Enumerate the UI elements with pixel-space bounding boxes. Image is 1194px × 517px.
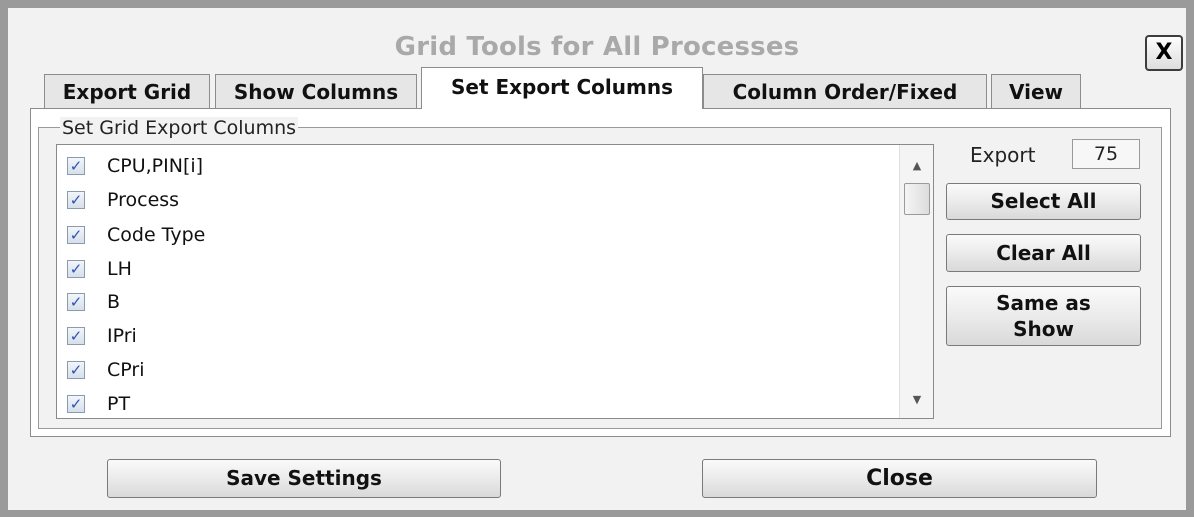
check-icon[interactable]: ✓ bbox=[67, 361, 85, 379]
check-icon[interactable]: ✓ bbox=[67, 327, 85, 345]
list-item-label: CPU,PIN[i] bbox=[107, 155, 204, 177]
close-button[interactable]: Close bbox=[702, 459, 1097, 498]
dialog-title: Grid Tools for All Processes bbox=[394, 32, 800, 62]
list-item[interactable]: ✓ CPri bbox=[67, 356, 887, 386]
list-item-label: PT bbox=[107, 393, 131, 415]
check-icon[interactable]: ✓ bbox=[67, 260, 85, 278]
list-item-label: B bbox=[107, 291, 121, 313]
export-count-value: 75 bbox=[1072, 139, 1140, 169]
tab-column-order-fixed[interactable]: Column Order/Fixed bbox=[703, 74, 987, 108]
same-as-show-label-line2: Show bbox=[1013, 317, 1074, 341]
tab-show-columns[interactable]: Show Columns bbox=[215, 74, 417, 108]
scroll-thumb[interactable] bbox=[904, 183, 930, 215]
scroll-up-arrow-icon[interactable]: ▲ bbox=[900, 153, 933, 179]
save-settings-button[interactable]: Save Settings bbox=[107, 459, 501, 498]
list-item-label: Process bbox=[107, 189, 180, 211]
check-icon[interactable]: ✓ bbox=[67, 395, 85, 413]
export-count-label: Export bbox=[970, 143, 1036, 167]
list-item[interactable]: ✓ CPU,PIN[i] bbox=[67, 152, 887, 182]
list-item[interactable]: ✓ Process bbox=[67, 186, 887, 216]
tab-set-export-columns[interactable]: Set Export Columns bbox=[421, 67, 703, 109]
check-icon[interactable]: ✓ bbox=[67, 157, 85, 175]
list-item-label: CPri bbox=[107, 359, 145, 381]
list-item[interactable]: ✓ PT bbox=[67, 390, 887, 418]
list-item-label: IPri bbox=[107, 325, 137, 347]
list-item[interactable]: ✓ Code Type bbox=[67, 221, 887, 251]
list-item[interactable]: ✓ LH bbox=[67, 255, 887, 285]
check-icon[interactable]: ✓ bbox=[67, 226, 85, 244]
scroll-down-arrow-icon[interactable]: ▼ bbox=[900, 387, 933, 413]
group-label: Set Grid Export Columns bbox=[60, 117, 299, 139]
clear-all-button[interactable]: Clear All bbox=[946, 234, 1141, 272]
check-icon[interactable]: ✓ bbox=[67, 293, 85, 311]
same-as-show-button[interactable]: Same as Show bbox=[946, 286, 1141, 346]
vertical-scrollbar[interactable]: ▲ ▼ bbox=[899, 145, 933, 418]
select-all-button[interactable]: Select All bbox=[946, 183, 1141, 220]
export-columns-list[interactable]: ✓ CPU,PIN[i] ✓ Process ✓ Code Type ✓ LH … bbox=[56, 144, 934, 419]
same-as-show-label-line1: Same as bbox=[996, 291, 1091, 315]
list-item[interactable]: ✓ IPri bbox=[67, 322, 887, 352]
check-icon[interactable]: ✓ bbox=[67, 191, 85, 209]
tab-export-grid[interactable]: Export Grid bbox=[44, 74, 210, 108]
close-window-button[interactable]: X bbox=[1145, 35, 1183, 71]
list-item-label: LH bbox=[107, 258, 132, 280]
list-item[interactable]: ✓ B bbox=[67, 288, 887, 318]
list-item-label: Code Type bbox=[107, 224, 206, 246]
tab-view[interactable]: View bbox=[991, 74, 1081, 108]
